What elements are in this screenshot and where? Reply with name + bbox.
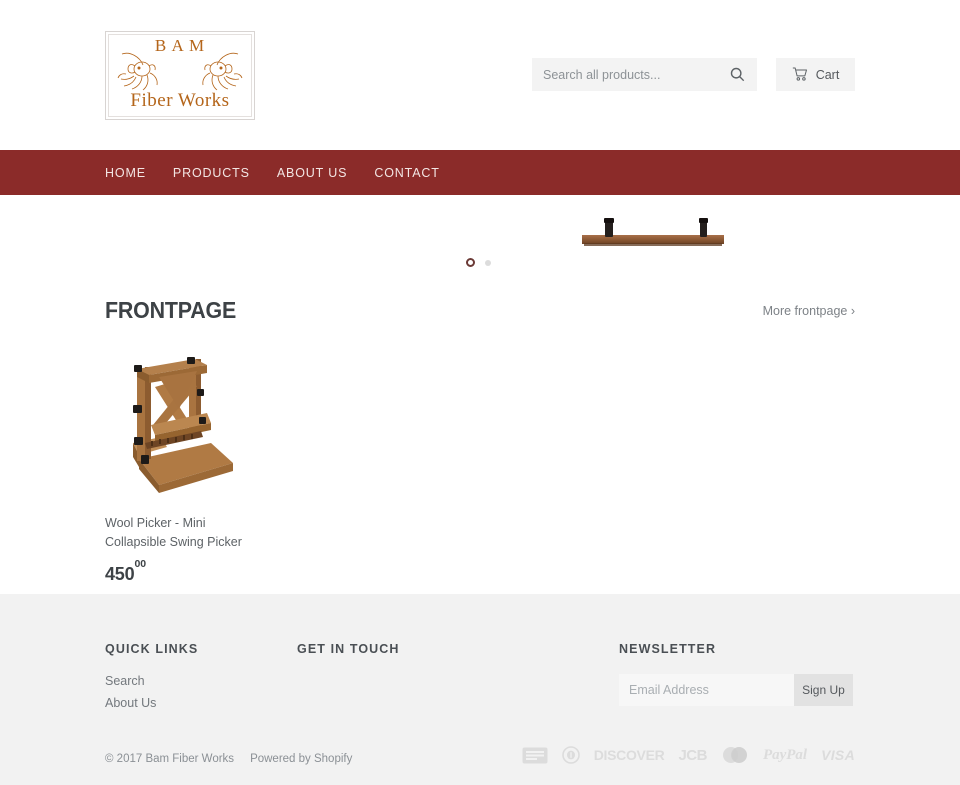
logo-text-bam: B A M [154,36,206,55]
copyright-text: © 2017 Bam Fiber Works [105,753,235,765]
wool-picker-illustration [133,357,233,493]
product-price-cents: 00 [134,557,147,570]
nav-item-about-us[interactable]: ABOUT US [277,166,347,180]
nav-item-products[interactable]: PRODUCTS [173,166,250,180]
footer-heading-get-in-touch: GET IN TOUCH [297,642,400,656]
footer-column-quick-links: QUICK LINKS Search About Us [105,642,297,718]
more-frontpage-link[interactable]: More frontpage › [763,304,855,318]
page-title: FRONTPAGE [105,297,237,323]
product-card[interactable]: Wool Picker - Mini Collapsible Swing Pic… [105,351,280,585]
logo-frame: B A M Fiber Works [108,34,252,117]
slideshow-pagination [466,258,491,267]
search-submit-button[interactable] [723,58,751,91]
american-express-icon [522,747,548,763]
discover-icon: DISCOVER [593,747,665,763]
header-actions: Cart [532,58,855,91]
plank-edge-graphic [584,243,722,246]
product-title: Wool Picker - Mini Collapsible Swing Pic… [105,516,242,549]
product-price: 45000 [105,558,280,585]
search-form [532,58,757,91]
slide-dot-2[interactable] [485,259,491,266]
footer-link-about-us[interactable]: About Us [105,696,297,710]
product-grid: Wool Picker - Mini Collapsible Swing Pic… [105,351,855,585]
newsletter-form: Sign Up [619,674,855,706]
site-header: B A M Fiber Works Cart [0,0,960,150]
frontpage-section: FRONTPAGE More frontpage › Wool Picker -… [0,297,960,585]
visa-icon: VISA [821,747,855,763]
footer-heading-quick-links: QUICK LINKS [105,642,199,656]
clamp-cap-right [699,218,708,223]
frontpage-section-header: FRONTPAGE More frontpage › [105,297,855,337]
mastercard-icon [722,747,747,763]
jcb-icon: JCB [678,746,707,764]
footer-column-get-in-touch: GET IN TOUCH [297,642,619,718]
logo-text-fiber-works: Fiber Works [130,90,230,111]
cart-label: Cart [815,67,840,82]
footer-bottom-bar: © 2017 Bam Fiber Works Powered by Shopif… [0,734,960,784]
payment-icons: DISCOVER JCB PayPal VISA [522,746,855,764]
product-price-whole: 450 [105,564,135,584]
footer-columns: QUICK LINKS Search About Us GET IN TOUCH… [0,594,960,718]
powered-by-shopify-link[interactable]: Powered by Shopify [250,753,352,765]
sheep-illustration-left [117,52,158,91]
slide-image[interactable] [582,215,724,246]
clamp-cap-left [604,218,614,223]
slide-dot-1[interactable] [466,258,475,267]
site-footer: QUICK LINKS Search About Us GET IN TOUCH… [0,594,960,785]
nav-item-contact[interactable]: CONTACT [374,166,439,180]
search-input[interactable] [532,59,722,90]
newsletter-email-input[interactable] [619,674,794,706]
shopping-cart-icon [792,67,807,81]
footer-column-newsletter: NEWSLETTER Sign Up [619,642,855,718]
footer-heading-newsletter: NEWSLETTER [619,642,717,656]
main-navigation: HOME PRODUCTS ABOUT US CONTACT [0,150,960,195]
product-image[interactable] [115,351,237,499]
diners-club-icon [561,746,580,764]
cart-button[interactable]: Cart [776,58,855,91]
sheep-illustration-right [202,52,243,91]
search-icon [730,67,744,82]
paypal-icon: PayPal [762,746,808,763]
footer-link-search[interactable]: Search [105,674,297,688]
newsletter-signup-button[interactable]: Sign Up [794,674,853,706]
site-logo[interactable]: B A M Fiber Works [105,31,255,120]
nav-item-home[interactable]: HOME [105,166,146,180]
